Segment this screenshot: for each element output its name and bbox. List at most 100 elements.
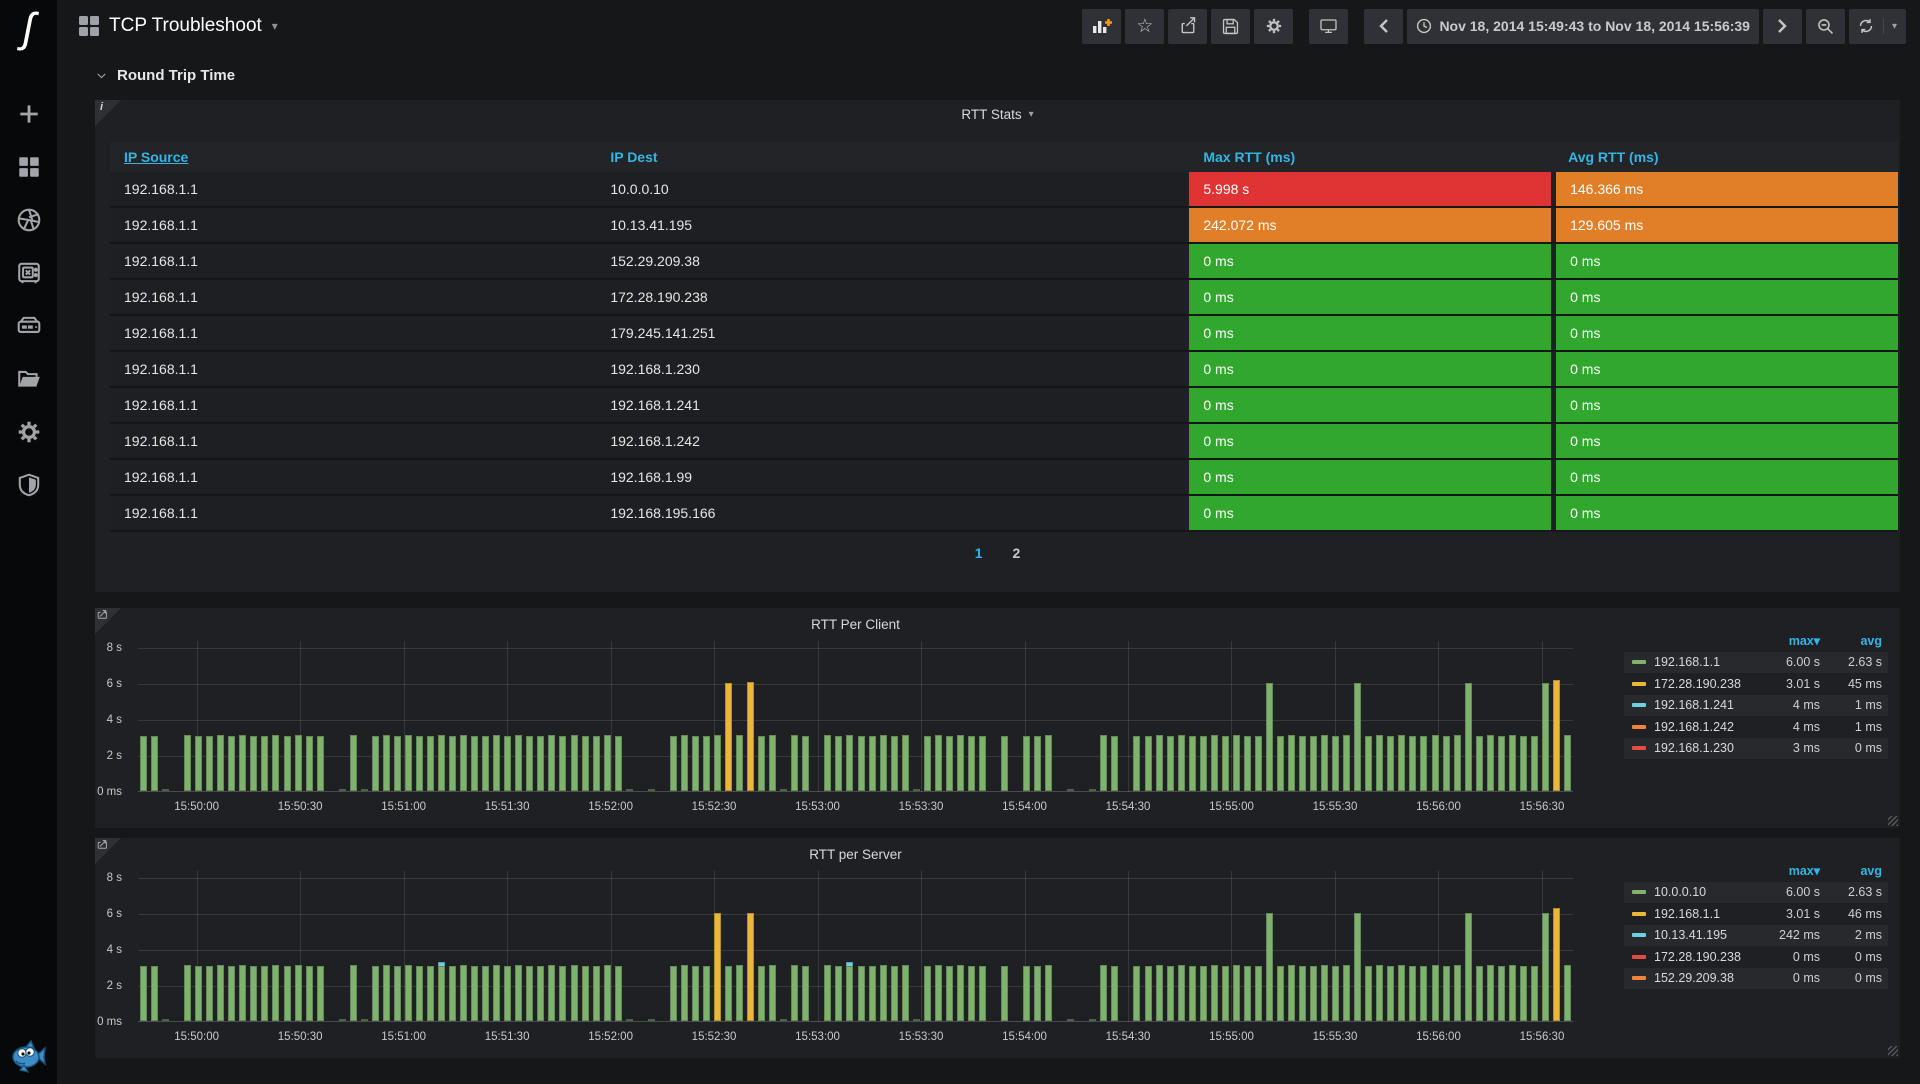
sidebar-item-vault[interactable] [11, 255, 47, 291]
time-range-picker[interactable]: Nov 18, 2014 15:49:43 to Nov 18, 2014 15… [1407, 8, 1759, 44]
legend-sort-avg[interactable]: avg [1820, 634, 1882, 648]
bar [956, 735, 964, 791]
bar [1299, 966, 1307, 1021]
bar [1409, 736, 1417, 791]
legend-series-row: 172.28.190.238 3.01 s 45 ms [1624, 673, 1888, 695]
legend-series-toggle[interactable]: 172.28.190.238 [1632, 677, 1758, 691]
dashboard-title-caret-icon[interactable]: ▾ [272, 19, 278, 33]
panel-title-bar[interactable]: RTT Stats ▾ [95, 100, 1900, 128]
graph-plot-area[interactable]: 8 s 6 s 4 s 2 s 0 ms 15:50:00 15:50:30 15:51:00… [97, 871, 1573, 1043]
legend-series-toggle[interactable]: 152.29.209.38 [1632, 971, 1758, 985]
sidebar-item-settings[interactable] [11, 414, 47, 450]
bar [1464, 913, 1472, 1021]
column-header-ip-source[interactable]: IP Source [110, 142, 596, 172]
gridline [138, 648, 1573, 650]
cell-ip-source: 192.168.1.1 [110, 208, 597, 244]
app-logo[interactable]: ʃ [0, 0, 57, 56]
bar [1321, 735, 1329, 791]
table-pagination: 12 [95, 545, 1900, 561]
legend-max-value: 0 ms [1792, 949, 1820, 964]
refresh-interval-caret-icon[interactable]: ▾ [1882, 18, 1897, 34]
legend-max-value: 6.00 s [1785, 655, 1820, 670]
dashboard-grid-icon[interactable] [79, 16, 99, 36]
bar [371, 965, 379, 1021]
column-header-avg-rtt-ms-[interactable]: Avg RTT (ms) [1551, 142, 1898, 172]
panel-title[interactable]: RTT Per Client [138, 617, 1573, 632]
bar [736, 965, 744, 1021]
cycle-view-mode-button[interactable] [1309, 8, 1349, 44]
legend-series-toggle[interactable]: 192.168.1.230 [1632, 741, 1758, 755]
legend-series-toggle[interactable]: 192.168.1.1 [1632, 907, 1758, 921]
bar-stub [1067, 789, 1075, 791]
add-panel-button[interactable] [1082, 8, 1122, 44]
page-link-2[interactable]: 2 [1013, 545, 1021, 561]
zoom-out-button[interactable] [1805, 8, 1845, 44]
legend-series-toggle[interactable]: 10.13.41.195 [1632, 928, 1758, 942]
legend-avg-value: 2 ms [1854, 928, 1882, 943]
save-button[interactable] [1211, 8, 1251, 44]
mascot-fish-icon[interactable] [10, 1039, 48, 1074]
column-header-ip-dest[interactable]: IP Dest [596, 142, 1186, 172]
legend-max-value: 0 ms [1792, 971, 1820, 986]
dashboard-row-round-trip-time[interactable]: Round Trip Time [95, 62, 1900, 88]
legend-series-toggle[interactable]: 192.168.1.241 [1632, 698, 1758, 712]
column-header-label: Avg RTT (ms) [1568, 149, 1659, 165]
sidebar-item-security[interactable] [11, 467, 47, 503]
bar-stub [338, 789, 346, 791]
x-axis-tick-label: 15:54:00 [1002, 1031, 1047, 1043]
y-axis-tick-label: 8 s [106, 642, 122, 655]
bar [702, 735, 710, 791]
panel-resize-handle[interactable] [1888, 816, 1898, 826]
bar [206, 965, 214, 1021]
bar [559, 735, 567, 791]
bar [460, 965, 468, 1021]
panel-resize-handle[interactable] [1888, 1046, 1898, 1056]
cell-ip-dest: 192.168.1.241 [596, 388, 1187, 424]
cell-max-rtt: 0 ms [1186, 388, 1552, 424]
panel-title[interactable]: RTT per Server [138, 847, 1573, 862]
legend-series-toggle[interactable]: 192.168.1.1 [1632, 655, 1758, 669]
bar [934, 965, 942, 1021]
time-forward-button[interactable] [1762, 8, 1802, 44]
refresh-button[interactable]: ▾ [1848, 8, 1906, 44]
legend-sort-avg[interactable]: avg [1820, 864, 1882, 878]
bar [923, 735, 931, 791]
bar [272, 735, 280, 791]
x-axis-tick-label: 15:55:00 [1209, 801, 1254, 813]
sidebar-item-snapshots[interactable] [11, 202, 47, 238]
legend-sort-max[interactable]: max▾ [1758, 633, 1820, 648]
legend-series-name: 152.29.209.38 [1654, 971, 1734, 986]
time-back-button[interactable] [1364, 8, 1404, 44]
x-axis-tick-label: 15:50:30 [277, 1031, 323, 1043]
graph-plot-area[interactable]: 8 s 6 s 4 s 2 s 0 ms 15:50:00 15:50:30 15:51:00… [97, 641, 1573, 813]
bar [140, 966, 148, 1021]
sidebar: ʃ [0, 0, 57, 1084]
info-corner-icon[interactable]: i [100, 101, 103, 113]
page-link-1[interactable]: 1 [975, 545, 983, 561]
legend-sort-max[interactable]: max▾ [1758, 863, 1820, 878]
legend-series-toggle[interactable]: 10.0.0.10 [1632, 885, 1758, 899]
bar-stub [647, 1019, 655, 1021]
max-rtt-value: 0 ms [1189, 316, 1552, 350]
star-button[interactable]: ☆ [1125, 8, 1165, 44]
bar [1265, 913, 1273, 1021]
dashboard-settings-button[interactable] [1254, 8, 1294, 44]
share-button[interactable] [1168, 8, 1208, 44]
bar [1475, 735, 1483, 791]
legend-avg-value: 0 ms [1854, 971, 1882, 986]
column-header-max-rtt-ms-[interactable]: Max RTT (ms) [1186, 142, 1551, 172]
sidebar-item-datasources[interactable] [11, 308, 47, 344]
legend-series-toggle[interactable]: 192.168.1.242 [1632, 720, 1758, 734]
dashboard-title[interactable]: TCP Troubleshoot [109, 15, 262, 37]
legend-series-toggle[interactable]: 172.28.190.238 [1632, 950, 1758, 964]
sidebar-item-folders[interactable] [11, 361, 47, 397]
bar [736, 735, 744, 791]
bar [901, 965, 909, 1021]
sidebar-item-dashboards[interactable] [11, 149, 47, 185]
external-link-corner-icon[interactable] [97, 610, 110, 628]
external-link-corner-icon[interactable] [97, 840, 110, 858]
sidebar-item-add[interactable] [11, 96, 47, 132]
x-axis-tick-label: 15:55:30 [1312, 1031, 1358, 1043]
cell-max-rtt: 0 ms [1186, 280, 1552, 316]
avg-rtt-value: 0 ms [1556, 388, 1898, 422]
